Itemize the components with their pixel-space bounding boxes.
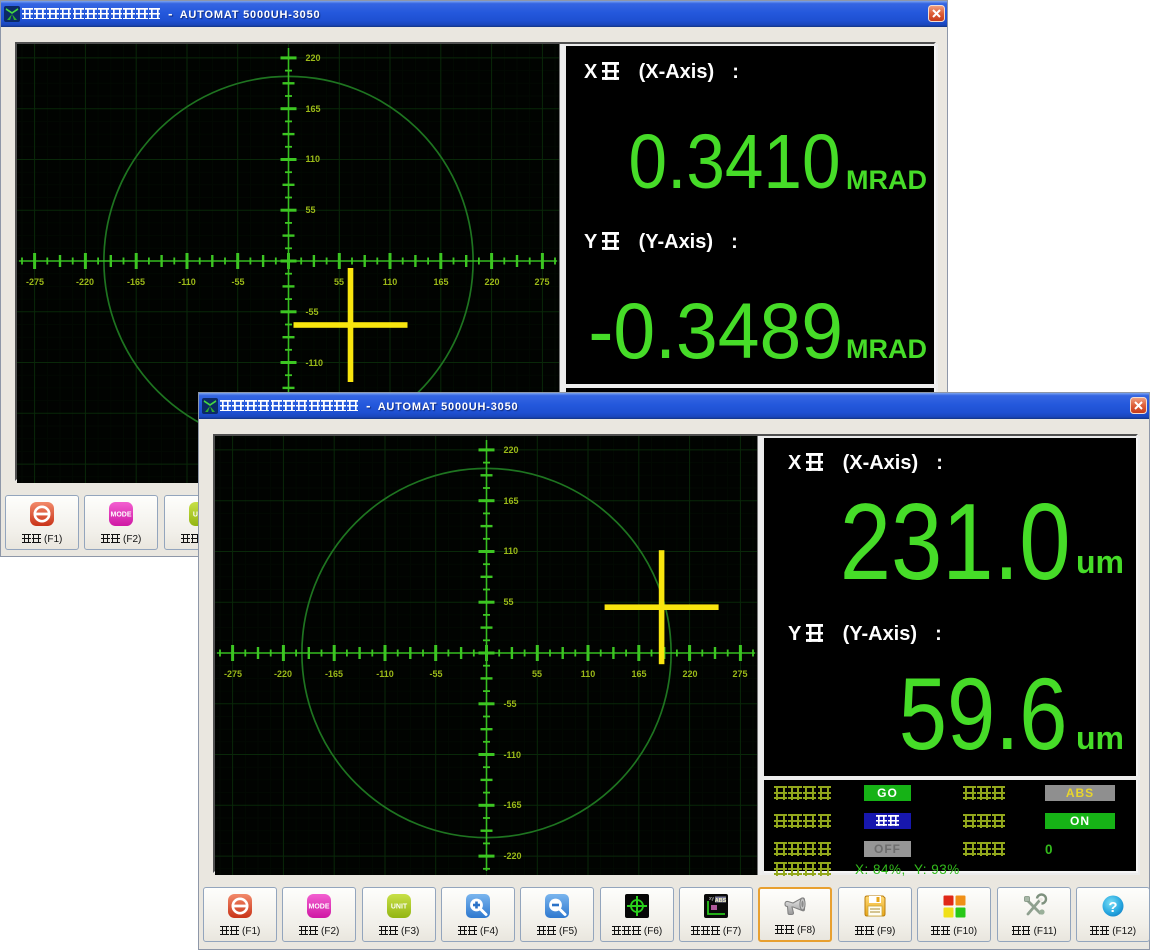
- svg-text:165: 165: [631, 669, 646, 679]
- svg-text:165: 165: [504, 496, 519, 506]
- svg-text:-110: -110: [376, 669, 394, 679]
- svg-text:-110: -110: [306, 358, 324, 368]
- svg-text:110: 110: [581, 669, 596, 679]
- svg-text:MODE: MODE: [309, 904, 330, 911]
- svg-text:-220: -220: [504, 851, 522, 861]
- svg-text:-55: -55: [231, 277, 244, 287]
- svg-text:220: 220: [484, 277, 499, 287]
- svg-text:110: 110: [504, 546, 519, 556]
- svg-text:ABS: ABS: [715, 898, 727, 904]
- svg-text:-275: -275: [26, 277, 44, 287]
- svg-text:275: 275: [732, 669, 747, 679]
- svg-text:55: 55: [504, 597, 514, 607]
- svg-text:-165: -165: [325, 669, 343, 679]
- svg-text:-55: -55: [306, 307, 319, 317]
- svg-text:-275: -275: [224, 669, 242, 679]
- svg-text:55: 55: [306, 205, 316, 215]
- svg-text:220: 220: [682, 669, 697, 679]
- svg-text:?: ?: [1108, 899, 1117, 916]
- svg-text:55: 55: [334, 277, 344, 287]
- svg-text:220: 220: [306, 53, 321, 63]
- svg-text:UNIT: UNIT: [391, 904, 408, 911]
- svg-text:MODE: MODE: [111, 512, 132, 519]
- svg-text:-165: -165: [127, 277, 145, 287]
- svg-text:-55: -55: [504, 699, 517, 709]
- svg-text:165: 165: [433, 277, 448, 287]
- svg-text:220: 220: [504, 445, 519, 455]
- svg-text:55: 55: [532, 669, 542, 679]
- svg-text:110: 110: [306, 154, 321, 164]
- svg-text:-110: -110: [504, 750, 522, 760]
- svg-text:-55: -55: [429, 669, 442, 679]
- svg-text:165: 165: [306, 104, 321, 114]
- svg-text:-220: -220: [274, 669, 292, 679]
- svg-text:-220: -220: [76, 277, 94, 287]
- svg-text:-110: -110: [178, 277, 196, 287]
- svg-text:-165: -165: [504, 800, 522, 810]
- svg-text:275: 275: [534, 277, 549, 287]
- svg-text:xy: xy: [709, 896, 715, 902]
- svg-text:110: 110: [383, 277, 398, 287]
